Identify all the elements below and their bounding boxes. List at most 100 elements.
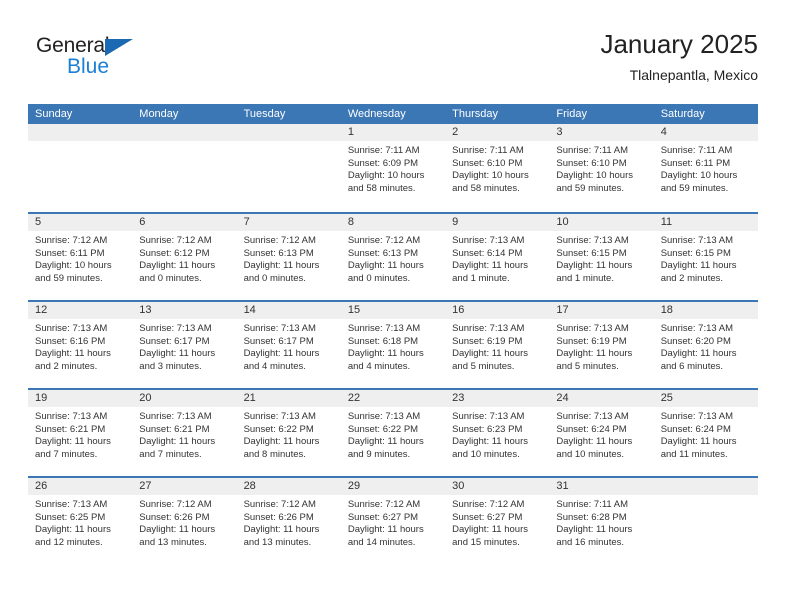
calendar-day-cell[interactable]: 16 Sunrise: 7:13 AM Sunset: 6:19 PM Dayligh… xyxy=(445,302,550,388)
sunrise-line: Sunrise: 7:12 AM xyxy=(452,499,525,510)
day-number-band: 17 xyxy=(549,302,654,319)
day-number: 7 xyxy=(243,216,250,228)
day-number: 3 xyxy=(556,126,563,138)
sunset-line: Sunset: 6:12 PM xyxy=(139,247,210,259)
calendar-day-cell[interactable]: 1 Sunrise: 7:11 AM Sunset: 6:09 PM Daylight… xyxy=(340,124,446,212)
calendar-day-cell[interactable]: 3 Sunrise: 7:11 AM Sunset: 6:10 PM Daylight… xyxy=(549,124,654,212)
calendar-day-cell[interactable]: 7 Sunrise: 7:12 AM Sunset: 6:13 PM Daylight… xyxy=(236,214,341,300)
calendar-day-cell[interactable]: 8 Sunrise: 7:12 AM Sunset: 6:13 PM Daylight… xyxy=(340,214,446,300)
calendar-day-cell[interactable]: 13 Sunrise: 7:13 AM Sunset: 6:17 PM Dayligh… xyxy=(132,302,237,388)
day-number-band: 5 xyxy=(28,214,133,231)
day-detail-text: Sunrise: 7:13 AM Sunset: 6:17 PM Daylight:… xyxy=(237,319,341,373)
calendar-day-cell[interactable]: 29 Sunrise: 7:12 AM Sunset: 6:27 PM Dayligh… xyxy=(340,478,446,564)
daylight-line-1: Daylight: 11 hours xyxy=(660,348,737,360)
daylight-line-2: and 16 minutes. xyxy=(556,536,625,548)
calendar-day-cell-empty xyxy=(236,124,341,212)
calendar-day-cell[interactable]: 11 Sunrise: 7:13 AM Sunset: 6:15 PM Dayligh… xyxy=(653,214,758,300)
day-number: 20 xyxy=(139,392,152,404)
calendar-day-cell[interactable]: 30 Sunrise: 7:12 AM Sunset: 6:27 PM Dayligh… xyxy=(445,478,550,564)
daylight-line-2: and 2 minutes. xyxy=(660,272,724,284)
day-number-band: 19 xyxy=(28,390,133,407)
day-number: 29 xyxy=(347,480,361,492)
daylight-line-1: Daylight: 11 hours xyxy=(35,348,111,360)
sunset-line: Sunset: 6:24 PM xyxy=(556,423,627,435)
calendar-day-cell[interactable]: 28 Sunrise: 7:12 AM Sunset: 6:26 PM Dayligh… xyxy=(236,478,341,564)
daylight-line-2: and 0 minutes. xyxy=(139,272,202,284)
calendar-day-cell[interactable]: 21 Sunrise: 7:13 AM Sunset: 6:22 PM Dayligh… xyxy=(236,390,341,476)
sunset-line: Sunset: 6:15 PM xyxy=(556,247,627,259)
daylight-line-2: and 7 minutes. xyxy=(35,448,98,460)
daylight-line-1: Daylight: 11 hours xyxy=(243,524,320,536)
day-number: 21 xyxy=(243,392,256,404)
calendar-day-cell[interactable]: 9 Sunrise: 7:13 AM Sunset: 6:14 PM Daylight… xyxy=(445,214,550,300)
day-number-band: 4 xyxy=(653,124,758,141)
daylight-line-1: Daylight: 11 hours xyxy=(243,348,320,360)
day-number: 19 xyxy=(35,392,48,404)
calendar-day-cell[interactable]: 18 Sunrise: 7:13 AM Sunset: 6:20 PM Dayligh… xyxy=(653,302,758,388)
calendar-week-row: 19 Sunrise: 7:13 AM Sunset: 6:21 PM Dayligh… xyxy=(28,388,758,476)
day-detail-text: Sunrise: 7:13 AM Sunset: 6:24 PM Daylight:… xyxy=(549,407,653,461)
sunset-line: Sunset: 6:13 PM xyxy=(243,247,314,259)
day-detail-text: Sunrise: 7:13 AM Sunset: 6:25 PM Daylight:… xyxy=(28,495,132,549)
calendar-day-cell[interactable]: 5 Sunrise: 7:12 AM Sunset: 6:11 PM Daylight… xyxy=(28,214,133,300)
logo-text-blue: Blue xyxy=(67,55,110,78)
weekday-header-thursday: Thursday xyxy=(452,108,498,120)
calendar-day-cell[interactable]: 12 Sunrise: 7:13 AM Sunset: 6:16 PM Dayligh… xyxy=(28,302,133,388)
sunrise-line: Sunrise: 7:11 AM xyxy=(660,145,733,156)
calendar-day-cell[interactable]: 25 Sunrise: 7:13 AM Sunset: 6:24 PM Dayligh… xyxy=(653,390,758,476)
daylight-line-1: Daylight: 11 hours xyxy=(556,436,633,448)
daylight-line-2: and 59 minutes. xyxy=(660,182,729,194)
weekday-header-saturday: Saturday xyxy=(660,108,705,120)
calendar-day-cell[interactable]: 22 Sunrise: 7:13 AM Sunset: 6:22 PM Dayligh… xyxy=(340,390,446,476)
daylight-line-1: Daylight: 11 hours xyxy=(556,524,633,536)
day-number: 27 xyxy=(139,480,152,492)
day-number: 2 xyxy=(452,126,459,138)
day-detail-text: Sunrise: 7:13 AM Sunset: 6:22 PM Daylight:… xyxy=(237,407,341,461)
general-blue-logo[interactable]: General Blue xyxy=(36,34,156,86)
sunset-line: Sunset: 6:11 PM xyxy=(35,247,105,259)
daylight-line-1: Daylight: 10 hours xyxy=(35,260,112,272)
day-number: 26 xyxy=(35,480,48,492)
daylight-line-2: and 8 minutes. xyxy=(243,448,306,460)
calendar-day-cell[interactable]: 4 Sunrise: 7:11 AM Sunset: 6:11 PM Daylight… xyxy=(653,124,758,212)
day-detail-text: Sunrise: 7:11 AM Sunset: 6:09 PM Daylight:… xyxy=(341,141,445,195)
daylight-line-2: and 15 minutes. xyxy=(452,536,520,548)
sunset-line: Sunset: 6:19 PM xyxy=(556,335,627,347)
calendar-day-cell[interactable]: 6 Sunrise: 7:12 AM Sunset: 6:12 PM Daylight… xyxy=(132,214,237,300)
day-number-band: 20 xyxy=(132,390,237,407)
calendar-day-cell[interactable]: 14 Sunrise: 7:13 AM Sunset: 6:17 PM Dayligh… xyxy=(236,302,341,388)
daylight-line-2: and 58 minutes. xyxy=(347,182,416,194)
day-number: 8 xyxy=(347,216,354,228)
day-number: 1 xyxy=(347,126,354,138)
day-detail-text: Sunrise: 7:12 AM Sunset: 6:12 PM Daylight:… xyxy=(132,231,236,285)
daylight-line-2: and 6 minutes. xyxy=(660,360,724,372)
daylight-line-1: Daylight: 11 hours xyxy=(139,348,216,360)
daylight-line-1: Daylight: 10 hours xyxy=(556,170,633,182)
calendar-day-cell[interactable]: 15 Sunrise: 7:13 AM Sunset: 6:18 PM Dayligh… xyxy=(340,302,446,388)
calendar-day-cell[interactable]: 31 Sunrise: 7:11 AM Sunset: 6:28 PM Dayligh… xyxy=(549,478,654,564)
day-detail-text: Sunrise: 7:13 AM Sunset: 6:19 PM Daylight:… xyxy=(445,319,549,373)
calendar-day-cell[interactable]: 23 Sunrise: 7:13 AM Sunset: 6:23 PM Dayligh… xyxy=(445,390,550,476)
calendar-day-cell[interactable]: 19 Sunrise: 7:13 AM Sunset: 6:21 PM Dayligh… xyxy=(28,390,133,476)
daylight-line-1: Daylight: 11 hours xyxy=(452,436,528,448)
daylight-line-2: and 12 minutes. xyxy=(35,536,103,548)
sunrise-line: Sunrise: 7:12 AM xyxy=(347,235,421,246)
calendar-day-cell[interactable]: 10 Sunrise: 7:13 AM Sunset: 6:15 PM Dayligh… xyxy=(549,214,654,300)
calendar-day-cell[interactable]: 2 Sunrise: 7:11 AM Sunset: 6:10 PM Daylight… xyxy=(445,124,550,212)
calendar-day-cell[interactable]: 20 Sunrise: 7:13 AM Sunset: 6:21 PM Dayligh… xyxy=(132,390,237,476)
calendar-day-cell-empty xyxy=(653,478,758,564)
page-title: January 2025 xyxy=(600,29,758,59)
calendar-day-cell[interactable]: 26 Sunrise: 7:13 AM Sunset: 6:25 PM Dayligh… xyxy=(28,478,133,564)
day-detail-text: Sunrise: 7:12 AM Sunset: 6:27 PM Daylight:… xyxy=(445,495,549,549)
day-detail-text: Sunrise: 7:13 AM Sunset: 6:16 PM Daylight:… xyxy=(28,319,132,373)
sunset-line: Sunset: 6:10 PM xyxy=(452,157,523,169)
sunrise-line: Sunrise: 7:12 AM xyxy=(35,235,108,246)
sunrise-line: Sunrise: 7:13 AM xyxy=(347,411,421,422)
calendar-day-cell[interactable]: 17 Sunrise: 7:13 AM Sunset: 6:19 PM Dayligh… xyxy=(549,302,654,388)
day-number: 17 xyxy=(556,304,569,316)
day-number-band: 30 xyxy=(445,478,550,495)
calendar-day-cell[interactable]: 24 Sunrise: 7:13 AM Sunset: 6:24 PM Dayligh… xyxy=(549,390,654,476)
day-detail-text: Sunrise: 7:13 AM Sunset: 6:15 PM Daylight:… xyxy=(549,231,653,285)
calendar-day-cell[interactable]: 27 Sunrise: 7:12 AM Sunset: 6:26 PM Dayligh… xyxy=(132,478,237,564)
sunset-line: Sunset: 6:23 PM xyxy=(452,423,523,435)
